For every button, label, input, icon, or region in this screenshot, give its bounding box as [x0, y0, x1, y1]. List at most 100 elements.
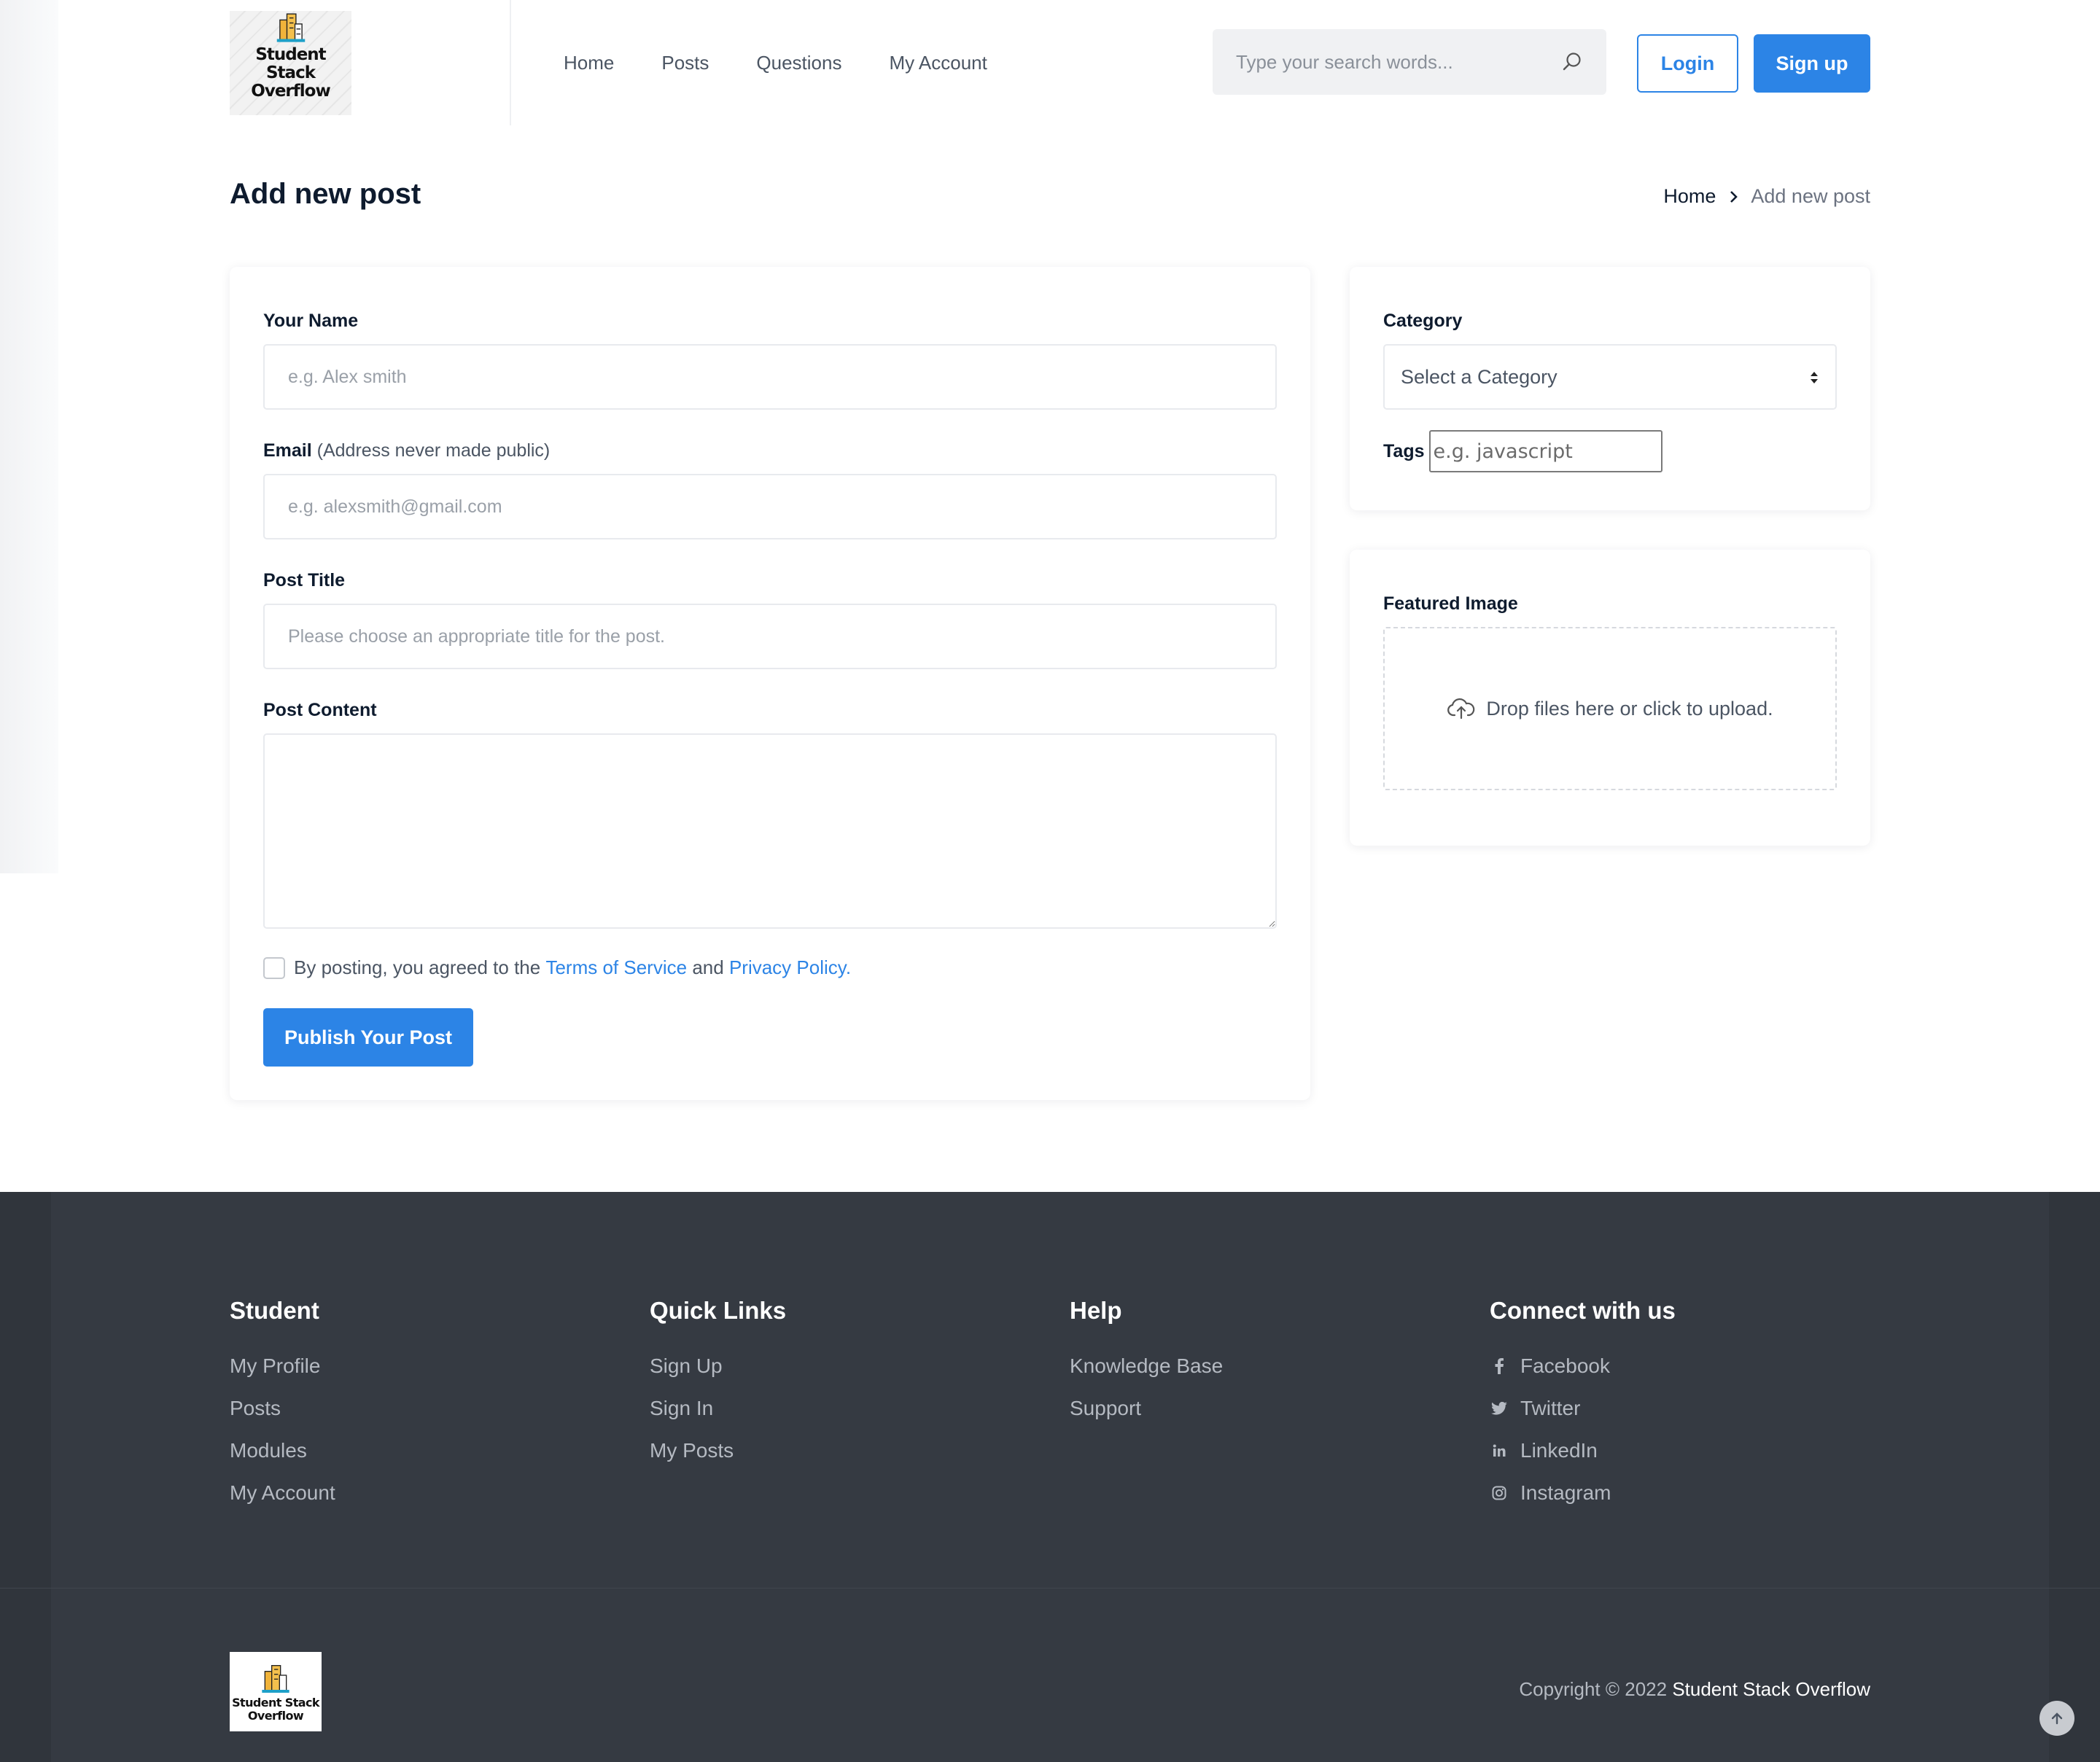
copyright-brand-link[interactable]: Student Stack Overflow	[1672, 1678, 1870, 1700]
nav-item-my-account[interactable]: My Account	[889, 52, 987, 74]
select-arrows-icon	[1811, 372, 1818, 383]
post-title-label-text: Post Title	[263, 570, 346, 590]
image-dropzone[interactable]: Drop files here or click to upload.	[1383, 627, 1837, 790]
footer-column-title: Help	[1070, 1297, 1122, 1324]
logo-text-line2: Overflow	[251, 82, 330, 101]
footer-column-student: Student My Profile Posts Modules My Acco…	[230, 1297, 335, 1524]
breadcrumb-current: Add new post	[1751, 185, 1870, 207]
email-label: Email (Address never made public)	[263, 440, 550, 461]
logo-text-line1: Student Stack	[255, 45, 326, 82]
name-label-text: Your Name	[263, 311, 359, 331]
name-label: Your Name	[263, 311, 358, 332]
footer-link-facebook[interactable]: Facebook	[1490, 1354, 1676, 1377]
arrow-up-icon	[2051, 1712, 2063, 1725]
footer-column-quick-links: Quick Links Sign Up Sign In My Posts	[650, 1297, 786, 1482]
category-selected-value: Select a Category	[1401, 365, 1558, 388]
scroll-to-top-button[interactable]	[2039, 1701, 2074, 1736]
facebook-icon	[1490, 1357, 1509, 1376]
footer-column-title: Connect with us	[1490, 1297, 1676, 1324]
tags-label: Tags	[1383, 440, 1425, 461]
chevron-right-icon	[1730, 190, 1738, 203]
header-divider	[510, 0, 511, 125]
tags-input[interactable]	[1428, 430, 1662, 472]
building-logo-icon	[276, 13, 305, 42]
footer-column-connect: Connect with us Facebook Twitter LinkedI…	[1490, 1297, 1676, 1524]
site-logo[interactable]: Student Stack Overflow	[230, 11, 351, 115]
twitter-label: Twitter	[1520, 1397, 1581, 1419]
footer-logo[interactable]: Student Stack Overflow	[230, 1652, 322, 1731]
site-footer: Student My Profile Posts Modules My Acco…	[0, 1192, 2100, 1762]
footer-logo-text-line2: Overflow	[247, 1709, 304, 1723]
footer-link-modules[interactable]: Modules	[230, 1439, 335, 1462]
terms-of-service-link[interactable]: Terms of Service	[545, 956, 687, 979]
logo-text: Student Stack Overflow	[230, 46, 351, 101]
page-title: Add new post	[230, 178, 421, 210]
featured-image-label-text: Featured Image	[1383, 593, 1518, 614]
category-card: Category Select a Category Tags	[1350, 267, 1870, 510]
post-content-textarea[interactable]	[263, 733, 1277, 929]
twitter-icon	[1490, 1399, 1509, 1418]
post-form-card: Your Name Email (Address never made publ…	[230, 267, 1310, 1100]
instagram-label: Instagram	[1520, 1481, 1611, 1504]
nav-item-posts[interactable]: Posts	[661, 52, 709, 74]
category-select[interactable]: Select a Category	[1383, 344, 1837, 410]
category-label-text: Category	[1383, 311, 1463, 331]
breadcrumb: Home Add new post	[1663, 185, 1870, 208]
post-title-label: Post Title	[263, 570, 345, 591]
publish-post-button[interactable]: Publish Your Post	[263, 1008, 473, 1067]
email-note: (Address never made public)	[316, 440, 551, 461]
footer-column-title: Quick Links	[650, 1297, 787, 1324]
name-field[interactable]	[263, 344, 1277, 410]
building-logo-icon	[262, 1665, 289, 1693]
footer-link-twitter[interactable]: Twitter	[1490, 1397, 1676, 1419]
footer-right-shade	[2049, 1192, 2100, 1762]
agree-prefix: By posting, you agreed to the	[294, 956, 541, 978]
search-input[interactable]	[1213, 29, 1548, 95]
category-label: Category	[1383, 311, 1462, 332]
signup-button[interactable]: Sign up	[1754, 34, 1870, 93]
footer-link-sign-up[interactable]: Sign Up	[650, 1354, 786, 1377]
breadcrumb-home[interactable]: Home	[1663, 185, 1716, 208]
footer-link-knowledge-base[interactable]: Knowledge Base	[1070, 1354, 1223, 1377]
post-title-field[interactable]	[263, 604, 1277, 669]
footer-link-my-account[interactable]: My Account	[230, 1481, 335, 1504]
footer-link-instagram[interactable]: Instagram	[1490, 1481, 1676, 1504]
dropzone-text: Drop files here or click to upload.	[1486, 697, 1773, 720]
nav-item-questions[interactable]: Questions	[756, 52, 841, 74]
terms-agreement: By posting, you agreed to the Terms of S…	[263, 956, 851, 979]
footer-logo-text-line1: Student Stack	[232, 1696, 319, 1710]
footer-logo-text: Student Stack Overflow	[232, 1696, 319, 1723]
featured-image-label: Featured Image	[1383, 593, 1518, 615]
footer-link-linkedin[interactable]: LinkedIn	[1490, 1439, 1676, 1462]
login-button[interactable]: Login	[1637, 34, 1738, 93]
main-nav: Home Posts Questions My Account	[564, 0, 1035, 125]
linkedin-label: LinkedIn	[1520, 1439, 1598, 1462]
email-field[interactable]	[263, 474, 1277, 539]
footer-link-my-posts[interactable]: My Posts	[650, 1439, 786, 1462]
footer-link-support[interactable]: Support	[1070, 1397, 1223, 1419]
footer-left-shade	[0, 1192, 51, 1762]
facebook-label: Facebook	[1520, 1354, 1610, 1377]
site-header: Student Stack Overflow Home Posts Questi…	[0, 0, 2100, 125]
copyright-prefix: Copyright © 2022	[1519, 1678, 1668, 1700]
left-background-shade	[0, 0, 58, 873]
tags-row: Tags	[1383, 430, 1662, 472]
cloud-upload-icon	[1447, 698, 1475, 720]
copyright: Copyright © 2022 Student Stack Overflow	[1519, 1678, 1870, 1701]
footer-column-help: Help Knowledge Base Support	[1070, 1297, 1223, 1440]
linkedin-icon	[1490, 1441, 1509, 1460]
privacy-policy-link[interactable]: Privacy Policy.	[729, 956, 851, 979]
terms-checkbox[interactable]	[263, 956, 285, 979]
instagram-icon	[1490, 1484, 1509, 1502]
agree-and: and	[692, 956, 724, 978]
email-label-text: Email	[263, 440, 312, 461]
footer-link-sign-in[interactable]: Sign In	[650, 1397, 786, 1419]
search-icon[interactable]	[1561, 51, 1583, 73]
footer-link-posts[interactable]: Posts	[230, 1397, 335, 1419]
footer-link-my-profile[interactable]: My Profile	[230, 1354, 335, 1377]
footer-column-title: Student	[230, 1297, 319, 1324]
search-box	[1213, 29, 1606, 95]
nav-item-home[interactable]: Home	[564, 52, 614, 74]
post-content-label-text: Post Content	[263, 700, 377, 720]
featured-image-card: Featured Image Drop files here or click …	[1350, 550, 1870, 846]
